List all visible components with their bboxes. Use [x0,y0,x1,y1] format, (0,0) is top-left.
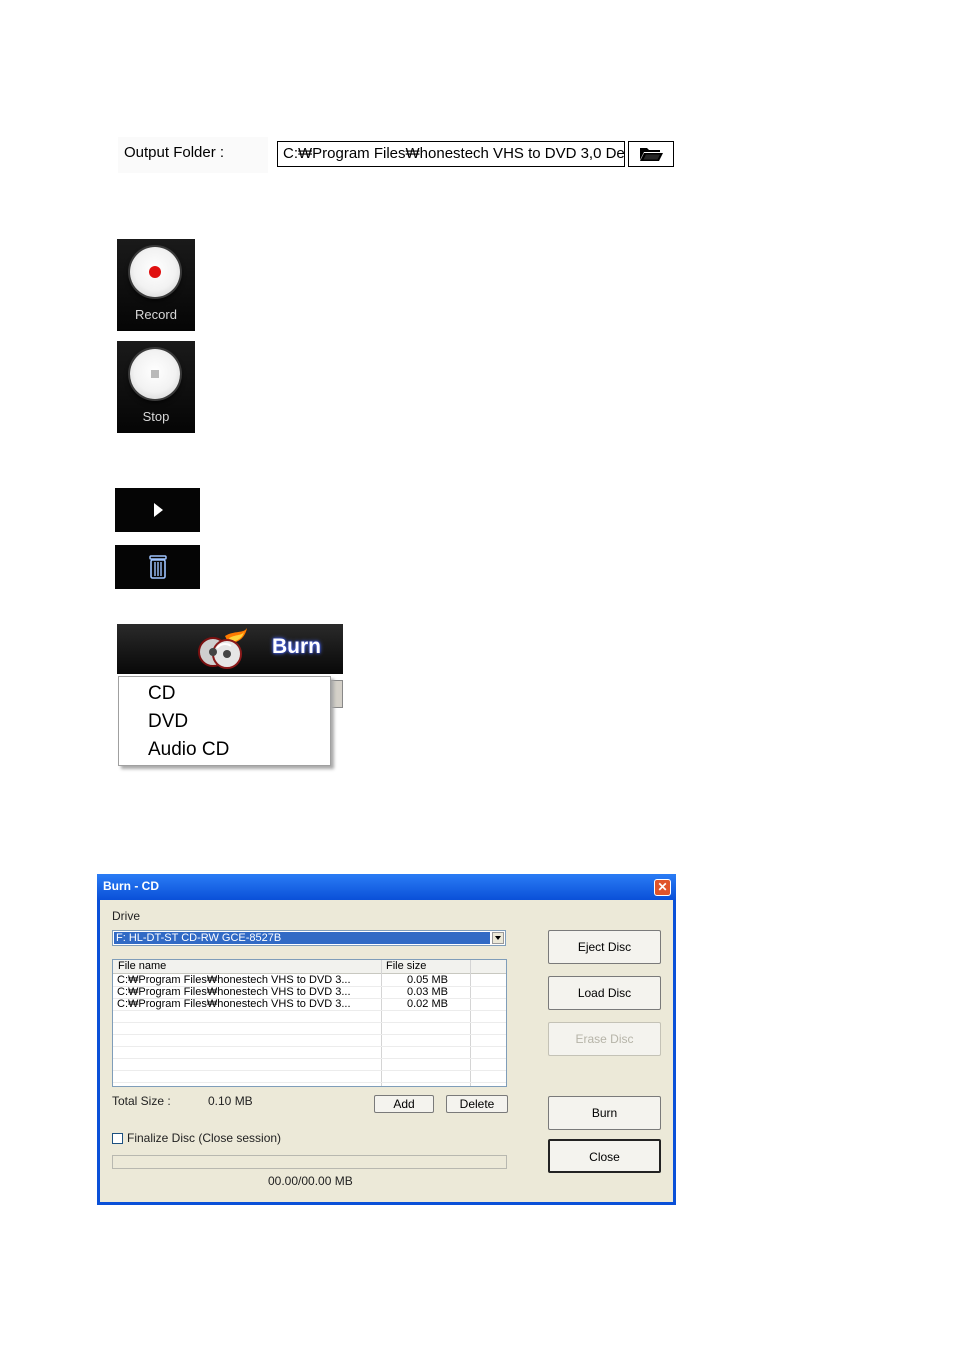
stop-button[interactable]: Stop [117,341,195,433]
drive-selected-value: F: HL-DT-ST CD-RW GCE-8527B [114,932,490,944]
close-dialog-button[interactable]: Close [548,1139,661,1173]
eject-disc-button[interactable]: Eject Disc [548,930,661,964]
file-size-cell: 0.02 MB [407,998,448,1010]
file-size-cell: 0.03 MB [407,986,448,998]
file-size-cell: 0.05 MB [407,974,448,986]
trash-icon [148,555,167,579]
checkbox-box[interactable] [112,1133,123,1144]
burn-button[interactable]: Burn [117,624,343,674]
output-folder-label: Output Folder : [118,137,268,173]
burn-cd-dialog: Burn - CD ✕ Drive F: HL-DT-ST CD-RW GCE-… [97,874,676,1205]
folder-open-icon [640,148,663,161]
progress-text: 00.00/00.00 MB [268,1174,353,1188]
menu-item-cd[interactable]: CD [148,683,175,705]
delete-file-button[interactable]: Delete [446,1095,508,1113]
record-icon [130,247,180,297]
stop-icon [130,349,180,399]
total-size-label: Total Size : [112,1094,171,1108]
browse-folder-button[interactable] [628,141,674,167]
drive-label: Drive [112,909,141,923]
delete-button[interactable] [115,545,200,589]
file-name-cell: C:₩Program Files₩honestech VHS to DVD 3.… [117,986,351,998]
record-button[interactable]: Record [117,239,195,331]
erase-disc-button: Erase Disc [548,1022,661,1056]
close-icon[interactable]: ✕ [654,879,671,896]
chevron-down-icon[interactable] [492,932,504,944]
finalize-disc-label: Finalize Disc (Close session) [127,1131,282,1145]
add-file-button[interactable]: Add [374,1095,434,1113]
play-button[interactable] [115,488,200,532]
menu-item-audio-cd[interactable]: Audio CD [148,739,229,761]
dialog-body: Drive F: HL-DT-ST CD-RW GCE-8527B File n… [100,900,673,1202]
load-disc-button[interactable]: Load Disc [548,976,661,1010]
total-size-value: 0.10 MB [208,1094,253,1108]
play-icon [153,503,163,517]
burn-label: Burn [272,635,321,658]
burn-progress-bar [112,1155,507,1169]
empty-row [113,1070,506,1083]
burn-discs-icon [198,628,247,669]
file-name-cell: C:₩Program Files₩honestech VHS to DVD 3.… [117,974,351,986]
column-header-file-size[interactable]: File size [386,960,426,973]
file-list-header: File name File size [113,960,506,974]
burn-disc-button[interactable]: Burn [548,1096,661,1130]
drive-select[interactable]: F: HL-DT-ST CD-RW GCE-8527B [112,930,506,946]
stop-label: Stop [142,409,170,424]
column-header-file-name[interactable]: File name [118,960,166,973]
menu-item-dvd[interactable]: DVD [148,711,188,733]
burn-menu-scrollbar[interactable] [331,680,343,708]
dialog-title-bar[interactable]: Burn - CD ✕ [97,874,676,900]
output-folder-input[interactable]: C:₩Program Files₩honestech VHS to DVD 3,… [277,141,625,167]
dialog-title: Burn - CD [103,879,159,893]
burn-dropdown-menu: CD DVD Audio CD [118,676,331,766]
file-name-cell: C:₩Program Files₩honestech VHS to DVD 3.… [117,998,351,1010]
record-label: Record [135,307,177,322]
file-list[interactable]: File name File size C:₩Program Files₩hon… [112,959,507,1087]
